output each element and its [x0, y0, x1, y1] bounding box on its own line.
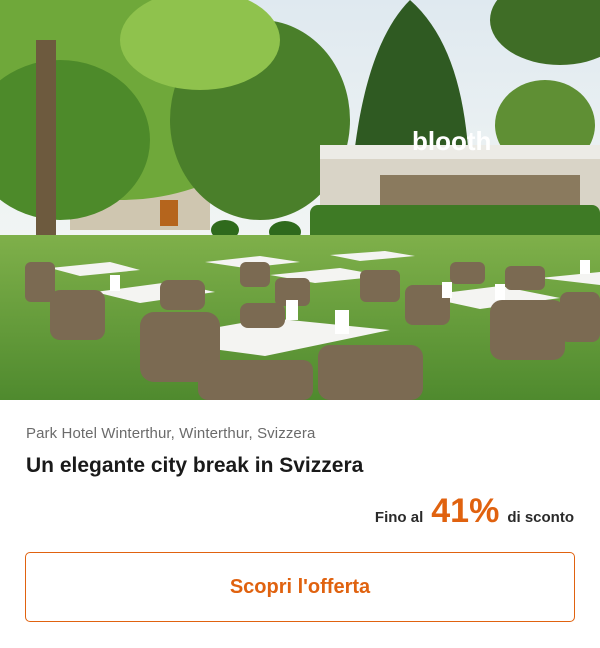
discount-value: 41% [431, 492, 500, 530]
discount-info: Fino al 41% di sconto [375, 494, 574, 528]
restaurant-sign: blooth [412, 126, 491, 156]
hero-image[interactable]: blooth [0, 0, 600, 400]
offer-title: Un elegante city break in Svizzera [26, 454, 364, 477]
offer-card[interactable]: blooth Park Hotel Winterthur, Winterthur… [0, 0, 600, 648]
discount-prefix: Fino al [374, 509, 424, 526]
discount-suffix: di sconto [507, 509, 574, 526]
hotel-location: Park Hotel Winterthur, Winterthur, Svizz… [26, 425, 316, 442]
garden-terrace-photo: blooth [0, 0, 600, 400]
discover-offer-button[interactable]: Scopri l'offerta [25, 552, 575, 622]
